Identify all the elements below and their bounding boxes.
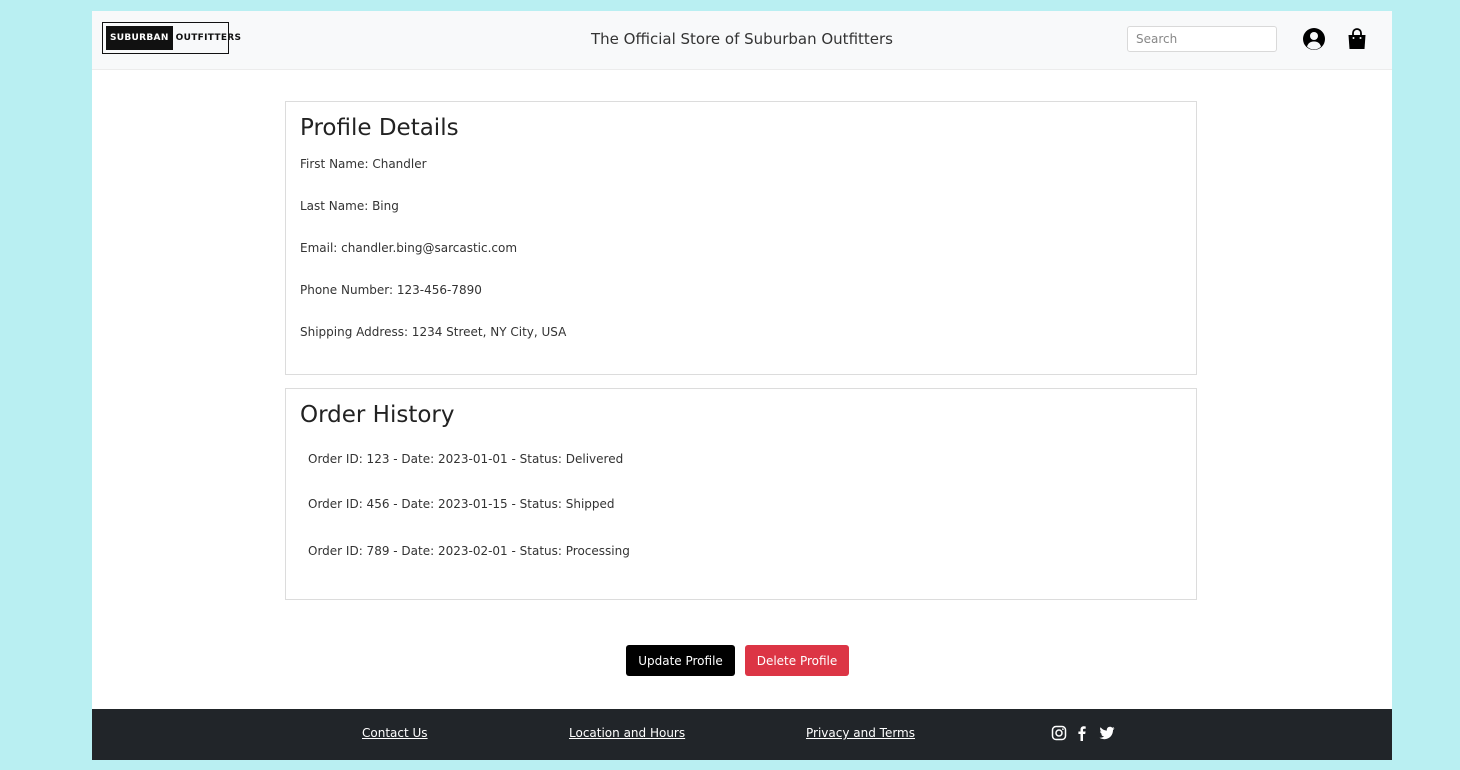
- footer-link-contact[interactable]: Contact Us: [362, 726, 428, 740]
- footer-link-location-hours[interactable]: Location and Hours: [569, 726, 685, 740]
- profile-details-card: Profile Details First Name: Chandler Las…: [285, 101, 1197, 375]
- profile-title: Profile Details: [300, 115, 459, 141]
- twitter-icon[interactable]: [1099, 725, 1115, 741]
- order-history-card: Order History Order ID: 123 - Date: 2023…: [285, 388, 1197, 600]
- search-input[interactable]: [1127, 26, 1277, 52]
- email-field: Email: chandler.bing@sarcastic.com: [300, 241, 518, 255]
- update-profile-button[interactable]: Update Profile: [626, 645, 735, 676]
- site-header: SUBURBAN OUTFITTERS The Official Store o…: [92, 11, 1392, 70]
- footer-link-privacy-terms[interactable]: Privacy and Terms: [806, 726, 915, 740]
- facebook-icon[interactable]: [1074, 725, 1090, 741]
- shopping-bag-icon[interactable]: [1345, 27, 1369, 51]
- order-item: Order ID: 456 - Date: 2023-01-15 - Statu…: [308, 497, 615, 511]
- shipping-address-field: Shipping Address: 1234 Street, NY City, …: [300, 325, 567, 339]
- page-frame: SUBURBAN OUTFITTERS The Official Store o…: [92, 11, 1392, 760]
- order-history-title: Order History: [300, 402, 455, 428]
- order-item: Order ID: 789 - Date: 2023-02-01 - Statu…: [308, 544, 630, 558]
- delete-profile-button[interactable]: Delete Profile: [745, 645, 849, 676]
- instagram-icon[interactable]: [1051, 725, 1067, 741]
- user-circle-icon[interactable]: [1302, 27, 1326, 51]
- first-name-field: First Name: Chandler: [300, 157, 427, 171]
- phone-field: Phone Number: 123-456-7890: [300, 283, 482, 297]
- order-item: Order ID: 123 - Date: 2023-01-01 - Statu…: [308, 452, 624, 466]
- site-footer: Contact Us Location and Hours Privacy an…: [92, 709, 1392, 760]
- last-name-field: Last Name: Bing: [300, 199, 399, 213]
